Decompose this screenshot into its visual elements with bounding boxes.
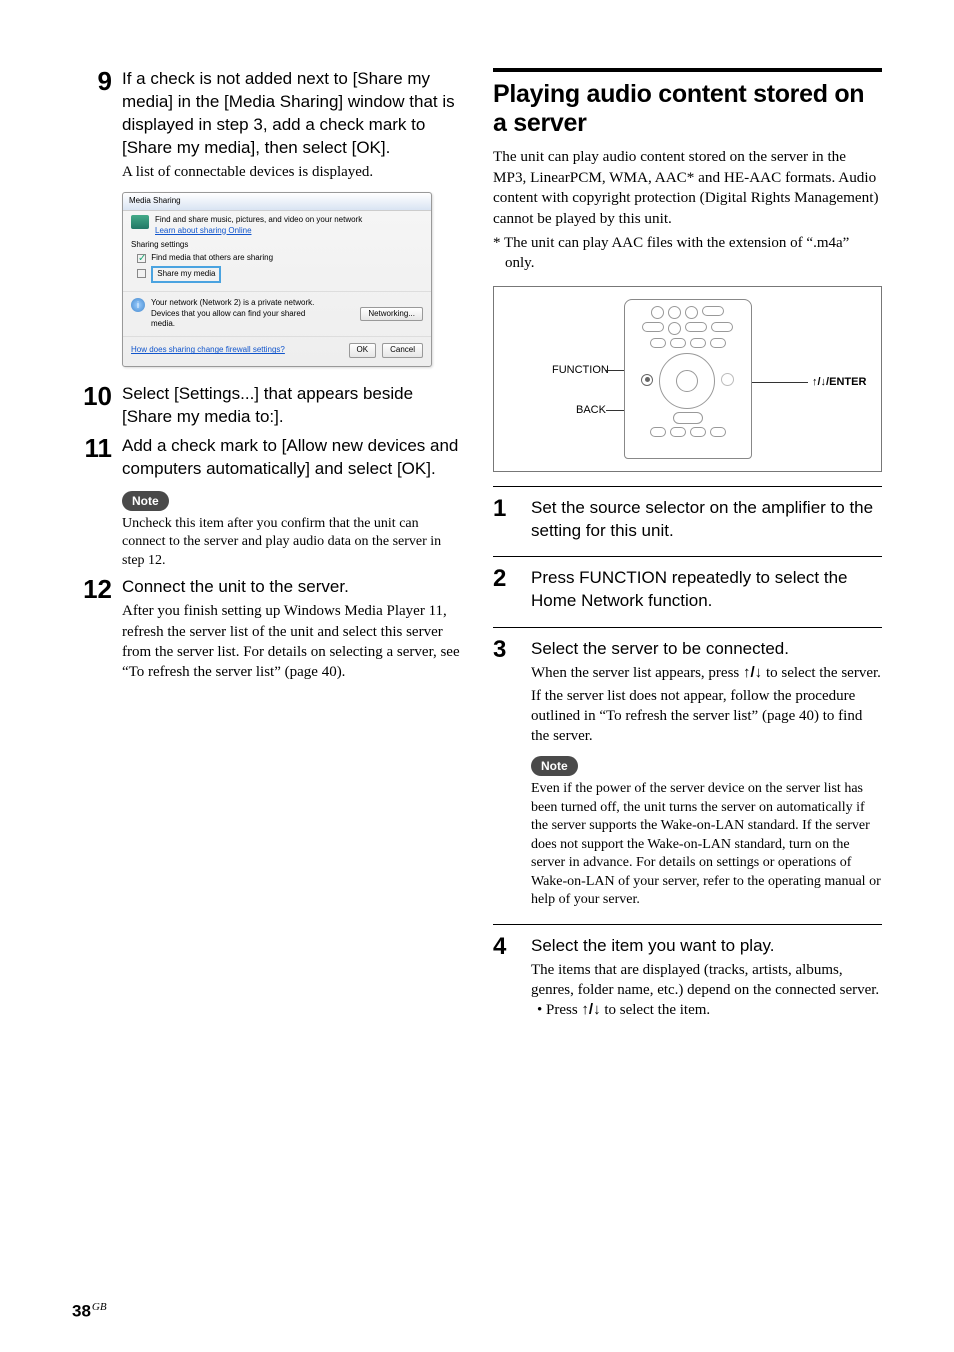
separator <box>493 627 882 628</box>
separator <box>493 556 882 557</box>
step-number: 3 <box>493 638 515 909</box>
step-3: 3 Select the server to be connected. Whe… <box>493 638 882 909</box>
step-10: 10 Select [Settings...] that appears bes… <box>72 383 461 429</box>
note-text: Uncheck this item after you confirm that… <box>122 515 461 570</box>
media-sharing-dialog: Media Sharing Find and share music, pict… <box>122 192 432 367</box>
media-icon <box>131 215 149 229</box>
share-media-button[interactable]: Share my media <box>151 266 221 283</box>
step-2: 2 Press FUNCTION repeatedly to select th… <box>493 567 882 613</box>
remote-diagram: FUNCTION BACK ↑/↓/ENTER <box>493 286 882 472</box>
intro-paragraph: The unit can play audio content stored o… <box>493 147 882 229</box>
step-lead: Select [Settings...] that appears beside… <box>122 383 461 429</box>
step-sub: When the server list appears, press ↑/↓ … <box>531 663 882 683</box>
step-sub2: If the server list does not appear, foll… <box>531 686 882 747</box>
note-label: Note <box>531 756 578 776</box>
networking-button[interactable]: Networking... <box>360 307 423 322</box>
separator <box>493 924 882 925</box>
step-number: 1 <box>493 497 515 543</box>
step-sub: After you finish setting up Windows Medi… <box>122 601 461 682</box>
sharing-section-label: Sharing settings <box>131 240 423 251</box>
enter-label: ↑/↓/ENTER <box>812 375 866 390</box>
step-number: 12 <box>72 576 112 682</box>
section-heading: Playing audio content stored on a server <box>493 80 882 137</box>
page-number: 38GB <box>72 1300 107 1324</box>
back-label: BACK <box>576 403 606 418</box>
function-label: FUNCTION <box>552 363 609 378</box>
cancel-button[interactable]: Cancel <box>382 343 423 358</box>
step-lead: Select the item you want to play. <box>531 935 882 958</box>
step-number: 10 <box>72 383 112 429</box>
note-text: Even if the power of the server device o… <box>531 780 882 909</box>
share-media-checkbox[interactable] <box>137 269 146 278</box>
step-number: 9 <box>72 68 112 182</box>
step-lead: Add a check mark to [Allow new devices a… <box>122 435 461 481</box>
step-lead: Set the source selector on the amplifier… <box>531 497 882 543</box>
separator <box>493 486 882 487</box>
step-1: 1 Set the source selector on the amplifi… <box>493 497 882 543</box>
step-12: 12 Connect the unit to the server. After… <box>72 576 461 682</box>
bullet: • Press ↑/↓ to select the item. <box>549 1000 882 1020</box>
step-lead: Connect the unit to the server. <box>122 576 461 599</box>
step-number: 4 <box>493 935 515 1021</box>
footnote: * The unit can play AAC files with the e… <box>505 233 882 274</box>
step-9: 9 If a check is not added next to [Share… <box>72 68 461 182</box>
heading-rule <box>493 68 882 72</box>
step-number: 11 <box>72 435 112 570</box>
dialog-title: Media Sharing <box>123 193 431 211</box>
find-media-label: Find media that others are sharing <box>151 253 273 262</box>
remote-body <box>624 299 752 459</box>
ok-button[interactable]: OK <box>349 343 377 358</box>
find-media-checkbox[interactable] <box>137 254 146 263</box>
step-lead: Press FUNCTION repeatedly to select the … <box>531 567 882 613</box>
network-message: Your network (Network 2) is a private ne… <box>151 298 331 330</box>
step-sub: A list of connectable devices is display… <box>122 162 461 182</box>
step-4: 4 Select the item you want to play. The … <box>493 935 882 1021</box>
step-lead: Select the server to be connected. <box>531 638 882 661</box>
learn-link[interactable]: Learn about sharing Online <box>155 226 252 235</box>
step-11: 11 Add a check mark to [Allow new device… <box>72 435 461 570</box>
callout-line <box>752 382 808 383</box>
step-lead: If a check is not added next to [Share m… <box>122 68 461 160</box>
note-label: Note <box>122 491 169 511</box>
info-icon: i <box>131 298 145 312</box>
dialog-desc: Find and share music, pictures, and vide… <box>155 215 362 226</box>
step-sub: The items that are displayed (tracks, ar… <box>531 960 882 1001</box>
step-number: 2 <box>493 567 515 613</box>
firewall-link[interactable]: How does sharing change firewall setting… <box>131 345 285 356</box>
